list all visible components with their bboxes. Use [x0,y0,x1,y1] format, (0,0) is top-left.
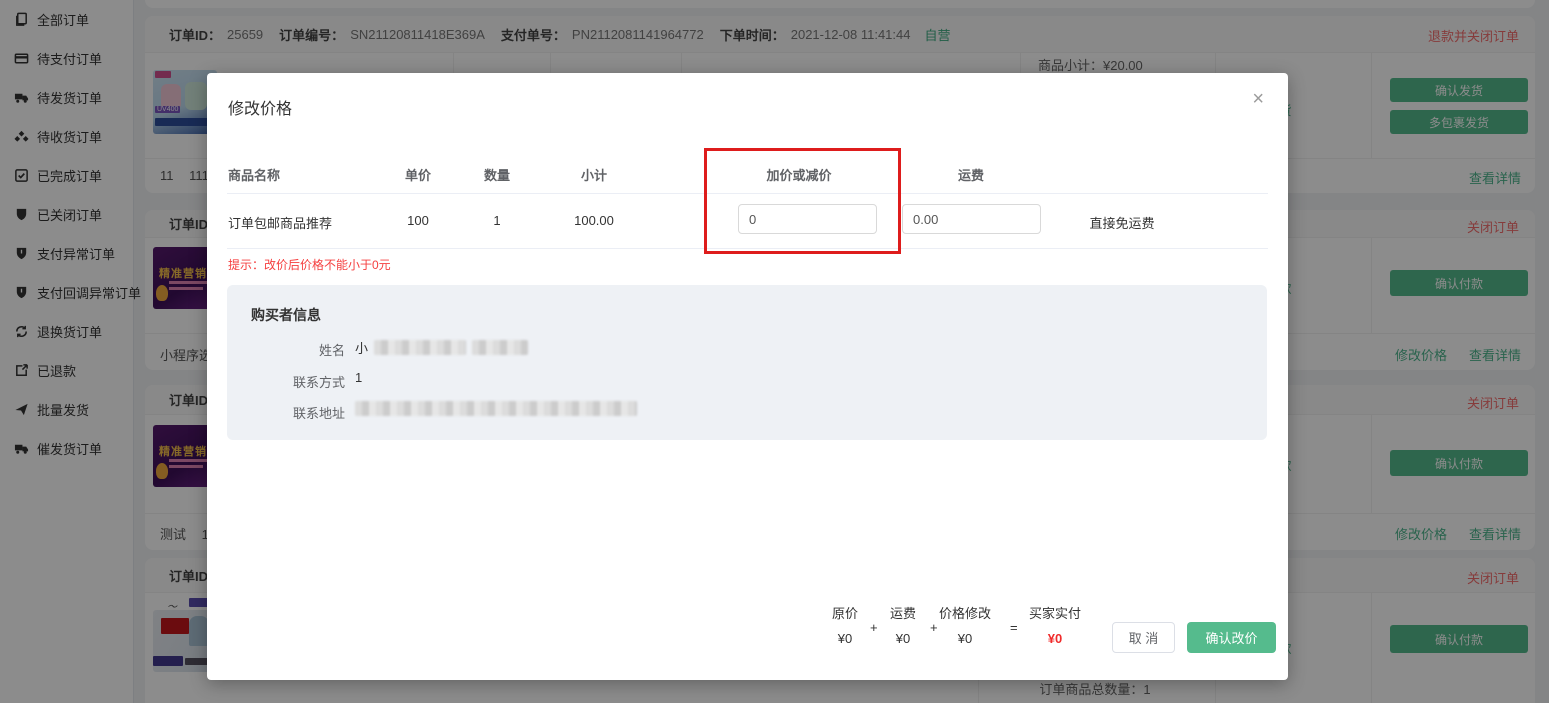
col-subtotal: 小计 [580,168,608,183]
confirm-price-button[interactable]: 确认改价 [1187,622,1276,653]
col-product-name: 商品名称 [228,168,281,183]
price-modify-summary: 价格修改 ¥0 [930,603,1000,646]
redacted-address-block [355,401,637,416]
modify-price-modal: 修改价格 × 商品名称 单价 数量 小计 加价或减价 运费 订单包邮商品推荐 1… [207,73,1288,680]
free-shipping-action[interactable]: 直接免运费 [1089,213,1154,232]
close-icon[interactable]: × [1252,89,1264,109]
redacted-name-block [374,340,467,355]
shipping-fee-input[interactable] [902,204,1041,234]
price-modify-value: ¥0 [957,631,973,646]
price-modify-label: 价格修改 [938,606,991,621]
col-shipping-fee: 运费 [957,168,985,183]
col-qty: 数量 [483,168,511,183]
buyer-address-label: 联系地址 [292,406,345,421]
buyer-address-value [355,401,637,416]
buyer-name-text: 小 [355,341,369,356]
buyer-info-title: 购买者信息 [251,307,321,323]
col-unit-price: 单价 [404,168,432,183]
equals-sign: = [1010,620,1018,635]
order-admin-page: 全部订单 待支付订单 待发货订单 待收货订单 已完成订单 已关闭订单 支付异常订… [0,0,1549,703]
highlight-rectangle [704,148,901,254]
shipping-summary: 运费 ¥0 [868,603,938,646]
adjust-price-input[interactable] [738,204,877,234]
buyer-name-label: 姓名 [318,343,345,358]
buyer-name-value: 小 [355,338,529,357]
qty-cell: 1 [493,213,501,228]
price-tip: 提示：改价后价格不能小于0元 [228,258,391,272]
buyer-paid-summary: 买家实付 ¥0 [1020,603,1090,646]
shipping-value: ¥0 [895,631,911,646]
col-adjust-price: 加价或减价 [766,168,832,183]
buyer-contact-label: 联系方式 [292,375,345,390]
buyer-info-panel: 购买者信息 姓名 小 联系方式 1 联系地址 [227,285,1267,440]
shipping-label: 运费 [889,606,916,621]
product-name-cell: 订单包邮商品推荐 [228,216,333,231]
unit-price-cell: 100 [407,213,429,228]
cancel-button[interactable]: 取 消 [1112,622,1175,653]
modal-title: 修改价格 [228,101,293,118]
buyer-contact-value: 1 [355,370,363,385]
buyer-paid-label: 买家实付 [1028,606,1081,621]
buyer-paid-value: ¥0 [1047,631,1063,646]
subtotal-cell: 100.00 [574,213,614,228]
redacted-name-block [472,340,529,355]
